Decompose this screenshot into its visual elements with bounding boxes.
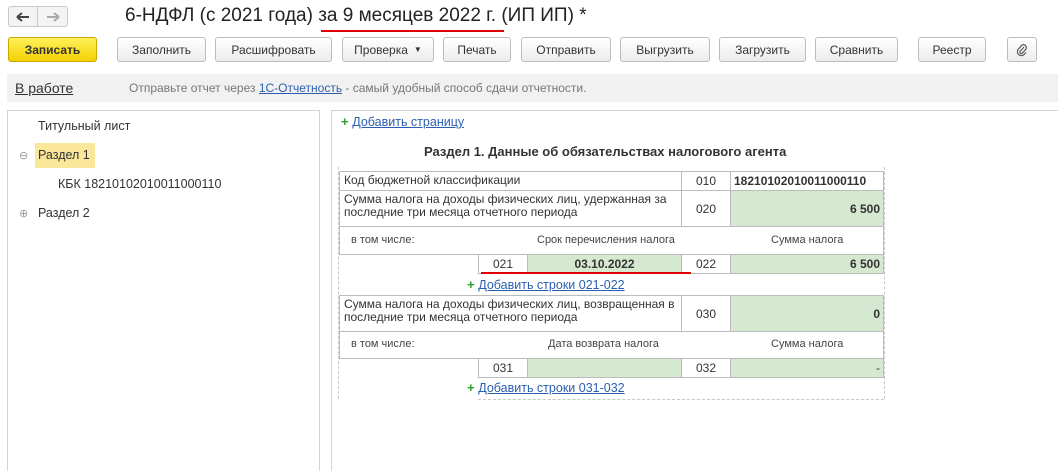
add-rows-021-022-link[interactable]: + Добавить строки 021-022 bbox=[467, 277, 625, 292]
collapse-icon[interactable]: ⊖ bbox=[19, 149, 28, 162]
status-msg-before: Отправьте отчет через bbox=[129, 81, 259, 95]
row-010-code: 010 bbox=[681, 171, 731, 191]
section-title: Раздел 1. Данные об обязательствах налог… bbox=[424, 144, 787, 159]
registry-button[interactable]: Реестр bbox=[918, 37, 986, 62]
title-suffix: (ИП ИП) * bbox=[496, 5, 587, 26]
tree-item-section-2[interactable]: Раздел 2 bbox=[38, 206, 90, 220]
row-022-code: 022 bbox=[681, 254, 731, 274]
attach-button[interactable] bbox=[1007, 37, 1037, 62]
send-button[interactable]: Отправить bbox=[521, 37, 611, 62]
row-020-value[interactable]: 6 500 bbox=[730, 190, 884, 227]
including-label-2: в том числе: bbox=[351, 338, 415, 350]
forward-button[interactable] bbox=[38, 6, 68, 27]
row-030-code: 030 bbox=[681, 295, 731, 332]
expand-icon[interactable]: ⊕ bbox=[19, 207, 28, 220]
row-030-value[interactable]: 0 bbox=[730, 295, 884, 332]
plus-icon: + bbox=[467, 277, 479, 292]
tree-item-title-page[interactable]: Титульный лист bbox=[38, 119, 130, 133]
title-prefix: 6-НДФЛ (с 2021 года) bbox=[125, 5, 319, 26]
add-page-link-label: Добавить страницу bbox=[352, 115, 465, 129]
decode-button[interactable]: Расшифровать bbox=[215, 37, 332, 62]
export-button[interactable]: Выгрузить bbox=[620, 37, 710, 62]
row-010-label: Код бюджетной классификации bbox=[339, 171, 682, 191]
tax-amount-header-1: Сумма налога bbox=[771, 234, 844, 246]
add-rows-021-022-label: Добавить строки 021-022 bbox=[478, 278, 625, 292]
plus-icon: + bbox=[341, 114, 353, 129]
row-030-label: Сумма налога на доходы физических лиц, в… bbox=[339, 295, 682, 332]
row-021-value[interactable]: 03.10.2022 bbox=[527, 254, 682, 274]
fill-button[interactable]: Заполнить bbox=[117, 37, 206, 62]
arrow-right-icon bbox=[46, 11, 60, 22]
back-button[interactable] bbox=[8, 6, 38, 27]
including-label-1: в том числе: bbox=[351, 234, 415, 246]
add-page-link[interactable]: + Добавить страницу bbox=[341, 114, 464, 129]
status-msg-after: - самый удобный способ сдачи отчетности. bbox=[342, 81, 587, 95]
paperclip-icon bbox=[1016, 43, 1027, 56]
transfer-deadline-header: Срок перечисления налога bbox=[537, 234, 675, 246]
add-rows-031-032-link[interactable]: + Добавить строки 031-032 bbox=[467, 380, 625, 395]
row-010-value[interactable]: 18210102010011000110 bbox=[730, 171, 884, 191]
row-022-value[interactable]: 6 500 bbox=[730, 254, 884, 274]
date-highlight-underline bbox=[481, 272, 691, 274]
row-031-code: 031 bbox=[478, 358, 528, 378]
title-period: за 9 месяцев 2022 г. bbox=[318, 5, 497, 26]
row-032-value[interactable]: - bbox=[730, 358, 884, 378]
period-highlight-underline bbox=[321, 30, 504, 32]
row-032-code: 032 bbox=[681, 358, 731, 378]
row-021-code: 021 bbox=[478, 254, 528, 274]
check-button[interactable]: Проверка ▼ bbox=[342, 37, 434, 62]
return-date-header: Дата возврата налога bbox=[548, 338, 659, 350]
add-rows-031-032-label: Добавить строки 031-032 bbox=[478, 381, 625, 395]
compare-button[interactable]: Сравнить bbox=[815, 37, 898, 62]
row-020-code: 020 bbox=[681, 190, 731, 227]
1c-reporting-link[interactable]: 1С-Отчетность bbox=[259, 81, 342, 95]
arrow-left-icon bbox=[16, 11, 29, 22]
dropdown-caret-icon: ▼ bbox=[413, 45, 422, 54]
status-message: Отправьте отчет через 1С-Отчетность - са… bbox=[129, 81, 586, 95]
save-button[interactable]: Записать bbox=[8, 37, 97, 62]
row-031-value[interactable] bbox=[527, 358, 682, 378]
page-border-right bbox=[884, 167, 885, 399]
tree-item-section-1[interactable]: Раздел 1 bbox=[38, 148, 90, 162]
import-button[interactable]: Загрузить bbox=[719, 37, 806, 62]
window-title: 6-НДФЛ (с 2021 года) за 9 месяцев 2022 г… bbox=[125, 5, 587, 27]
check-button-label: Проверка bbox=[354, 42, 408, 57]
row-020-label: Сумма налога на доходы физических лиц, у… bbox=[339, 190, 682, 227]
tree-item-kbk[interactable]: КБК 18210102010011000110 bbox=[58, 177, 221, 191]
plus-icon: + bbox=[467, 380, 479, 395]
page-border-bottom bbox=[478, 399, 884, 400]
report-state-link[interactable]: В работе bbox=[15, 80, 73, 96]
report-form-area bbox=[331, 110, 1058, 471]
print-button[interactable]: Печать bbox=[443, 37, 511, 62]
tax-amount-header-2: Сумма налога bbox=[771, 338, 844, 350]
